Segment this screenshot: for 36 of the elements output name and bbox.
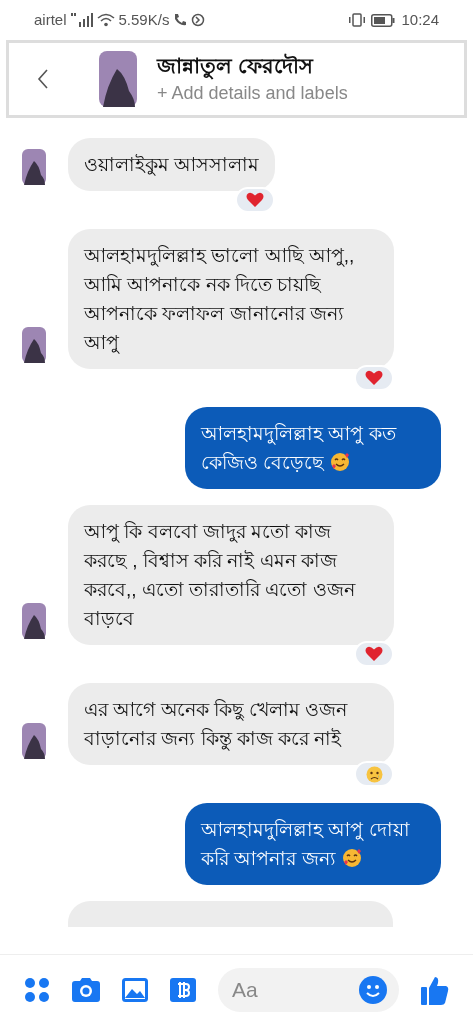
vibrate-icon <box>349 13 366 27</box>
network-speed: 5.59K/s <box>118 9 170 30</box>
message-input[interactable]: Aa <box>218 967 399 1012</box>
smiling-face-hearts-icon <box>341 848 362 868</box>
sync-icon <box>191 13 206 27</box>
message-bubble[interactable]: আলহামদুলিল্লাহ আপু কত কেজিও বেড়েছে <box>185 407 441 489</box>
smiling-face-hearts-icon <box>330 452 351 472</box>
avatar <box>22 327 46 363</box>
heart-icon <box>365 370 383 386</box>
image-icon[interactable] <box>122 977 148 1002</box>
message-bubble[interactable]: এর আগে অনেক কিছু খেলাম ওজন বাড়ানোর জন্য কিন্তু কাজ করে নাই <box>68 683 394 765</box>
sad-face-icon <box>365 765 383 783</box>
avatar <box>22 603 46 639</box>
carrier-name: airtel <box>34 9 67 30</box>
thumbs-up-icon[interactable] <box>421 974 449 1005</box>
signal-icon <box>70 13 93 27</box>
message-bubble[interactable]: আলহামদুলিল্লাহ আপু দোয়া করি আপনার জন্য <box>185 803 441 885</box>
wifi-icon <box>96 13 115 27</box>
emoji-icon[interactable] <box>359 975 387 1004</box>
phone-icon <box>173 13 188 27</box>
camera-icon[interactable] <box>72 977 100 1002</box>
message-bubble[interactable]: আলহামদুলিল্লাহ ভালো আছি আপু,, আমি আপনাকে নক দিতে চায়ছি আপনাকে ফলাফল জানানোর জন্য আপু <box>68 229 394 369</box>
battery-icon <box>371 13 396 27</box>
avatar <box>22 149 46 185</box>
avatar <box>99 51 137 107</box>
clock-time: 10:24 <box>401 9 439 30</box>
contact-name: জান্নাতুল ফেরদৌস <box>157 52 348 80</box>
heart-icon <box>246 192 265 208</box>
heart-icon <box>365 646 383 662</box>
add-details-link[interactable]: + Add details and labels <box>157 80 348 106</box>
avatar <box>22 723 46 759</box>
menu-dots-icon[interactable] <box>24 976 50 1003</box>
message-bubble[interactable]: আপু কি বলবো জাদুর মতো কাজ করছে , বিশ্বাস করি নাই এমন কাজ করবে,, এতো তারাতারি এতো ওজন বাড়বে <box>68 505 394 645</box>
message-bubble[interactable]: ওয়ালাইকুম আসসালাম <box>68 138 276 191</box>
back-icon[interactable] <box>37 68 49 90</box>
payment-icon[interactable] <box>170 977 196 1002</box>
